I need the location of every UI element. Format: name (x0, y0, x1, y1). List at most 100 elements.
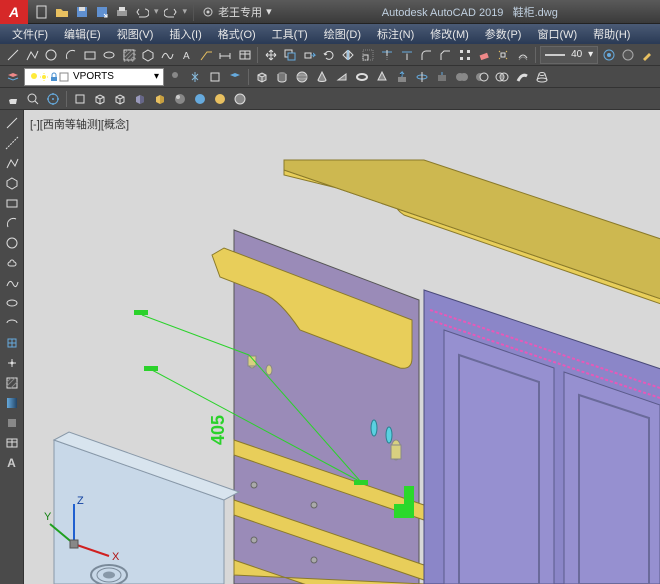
hatch-icon[interactable] (120, 46, 137, 64)
workspace-switcher[interactable]: 老王专用 ▾ (193, 3, 280, 21)
move-icon[interactable] (262, 46, 279, 64)
cylinder-icon[interactable] (273, 68, 291, 86)
rotate-icon[interactable] (320, 46, 337, 64)
layer-off-icon[interactable] (166, 68, 184, 86)
app-menu-button[interactable]: A (0, 0, 28, 24)
plot-icon[interactable] (114, 4, 130, 20)
layer-freeze-icon[interactable] (186, 68, 204, 86)
ellipse-tool-icon[interactable] (3, 294, 21, 312)
hatch-tool-icon[interactable] (3, 374, 21, 392)
arc-icon[interactable] (62, 46, 79, 64)
point-tool-icon[interactable] (3, 354, 21, 372)
pline-icon[interactable] (23, 46, 40, 64)
menu-edit[interactable]: 编辑(E) (56, 24, 109, 44)
table-icon[interactable] (236, 46, 253, 64)
revcloud-tool-icon[interactable] (3, 254, 21, 272)
layer-iso-icon[interactable] (206, 68, 224, 86)
spline-tool-icon[interactable] (3, 274, 21, 292)
menu-help[interactable]: 帮助(H) (585, 24, 638, 44)
table-tool-icon[interactable] (3, 434, 21, 452)
polygon-icon[interactable] (139, 46, 156, 64)
ellipse-icon[interactable] (101, 46, 118, 64)
menu-format[interactable]: 格式(O) (210, 24, 264, 44)
layer-prop-icon[interactable] (4, 68, 22, 86)
stretch-icon[interactable] (301, 46, 318, 64)
menu-file[interactable]: 文件(F) (4, 24, 56, 44)
menu-dimension[interactable]: 标注(N) (369, 24, 422, 44)
rectangle-icon[interactable] (81, 46, 98, 64)
torus-icon[interactable] (353, 68, 371, 86)
circle-icon[interactable] (43, 46, 60, 64)
vs-wire-icon[interactable] (91, 90, 109, 108)
rect-tool-icon[interactable] (3, 194, 21, 212)
union-icon[interactable] (453, 68, 471, 86)
saveas-icon[interactable] (94, 4, 110, 20)
line-icon[interactable] (4, 46, 21, 64)
zoom-icon[interactable] (24, 90, 42, 108)
prop-icon[interactable] (619, 46, 636, 64)
arc-tool-icon[interactable] (3, 214, 21, 232)
intersect-icon[interactable] (493, 68, 511, 86)
lineweight-dropdown[interactable]: 40 ▾ (540, 46, 598, 64)
menu-draw[interactable]: 绘图(D) (316, 24, 369, 44)
dropdown-arrow-icon[interactable]: ▾ (183, 6, 188, 17)
vs-xray-icon[interactable] (211, 90, 229, 108)
presspull-icon[interactable] (433, 68, 451, 86)
vs-realistic-icon[interactable] (131, 90, 149, 108)
menu-modify[interactable]: 修改(M) (422, 24, 477, 44)
block-tool-icon[interactable] (3, 334, 21, 352)
regen-icon[interactable] (600, 46, 617, 64)
vs-concept-icon[interactable] (151, 90, 169, 108)
vs-shaded-icon[interactable] (171, 90, 189, 108)
earc-tool-icon[interactable] (3, 314, 21, 332)
trim-icon[interactable] (378, 46, 395, 64)
vs-sketchy-icon[interactable] (191, 90, 209, 108)
orbit-icon[interactable] (44, 90, 62, 108)
wedge-icon[interactable] (333, 68, 351, 86)
undo-icon[interactable] (134, 4, 150, 20)
box-icon[interactable] (253, 68, 271, 86)
copy-icon[interactable] (282, 46, 299, 64)
array-icon[interactable] (456, 46, 473, 64)
sphere-icon[interactable] (293, 68, 311, 86)
text-icon[interactable]: A (178, 46, 195, 64)
erase-icon[interactable] (475, 46, 492, 64)
explode-icon[interactable] (495, 46, 512, 64)
new-icon[interactable] (34, 4, 50, 20)
vs-hidden-icon[interactable] (111, 90, 129, 108)
make-current-icon[interactable] (226, 68, 244, 86)
offset-icon[interactable] (514, 46, 531, 64)
menu-view[interactable]: 视图(V) (109, 24, 162, 44)
open-icon[interactable] (54, 4, 70, 20)
matchprop-icon[interactable] (639, 46, 656, 64)
gradient-tool-icon[interactable] (3, 394, 21, 412)
vs-manage-icon[interactable] (231, 90, 249, 108)
cone-icon[interactable] (313, 68, 331, 86)
extrude-icon[interactable] (393, 68, 411, 86)
chamfer-icon[interactable] (437, 46, 454, 64)
save-icon[interactable] (74, 4, 90, 20)
region-tool-icon[interactable] (3, 414, 21, 432)
scale-icon[interactable] (359, 46, 376, 64)
menu-insert[interactable]: 插入(I) (161, 24, 209, 44)
fillet-icon[interactable] (417, 46, 434, 64)
cline-tool-icon[interactable] (3, 134, 21, 152)
leader-icon[interactable] (197, 46, 214, 64)
dim-icon[interactable] (217, 46, 234, 64)
ucs-icon[interactable]: X Y Z (44, 494, 124, 564)
revolve-icon[interactable] (413, 68, 431, 86)
menu-parametric[interactable]: 参数(P) (477, 24, 530, 44)
pyramid-icon[interactable] (373, 68, 391, 86)
redo-icon[interactable] (163, 4, 179, 20)
layer-dropdown[interactable]: VPORTS ▾ (24, 68, 164, 86)
menu-window[interactable]: 窗口(W) (529, 24, 585, 44)
pan-icon[interactable] (4, 90, 22, 108)
spline-icon[interactable] (159, 46, 176, 64)
line-tool-icon[interactable] (3, 114, 21, 132)
circle-tool-icon[interactable] (3, 234, 21, 252)
menu-tools[interactable]: 工具(T) (264, 24, 316, 44)
mirror-icon[interactable] (340, 46, 357, 64)
subtract-icon[interactable] (473, 68, 491, 86)
mtext-tool-icon[interactable]: A (3, 454, 21, 472)
pline-tool-icon[interactable] (3, 154, 21, 172)
